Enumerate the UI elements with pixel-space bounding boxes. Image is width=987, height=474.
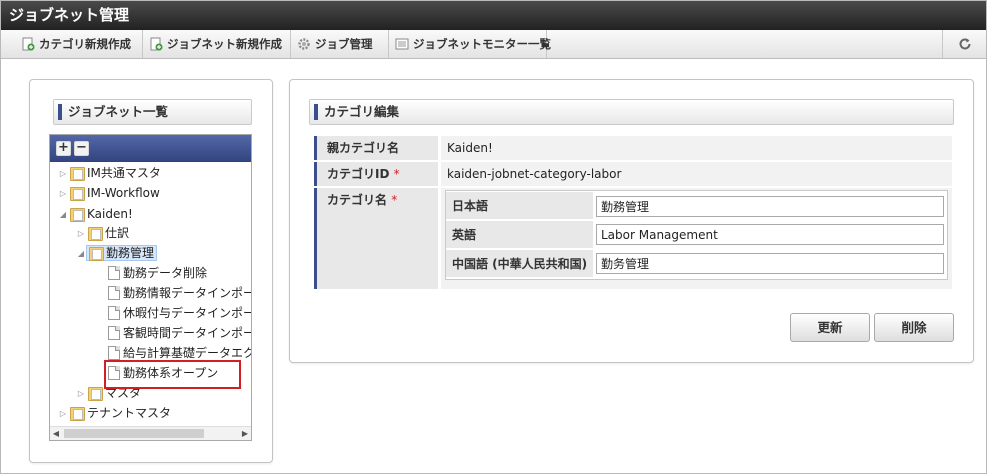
tree-leaf[interactable]: 勤務データ削除 xyxy=(106,264,207,283)
tree-node[interactable]: ▷ テナントマスタ xyxy=(58,404,171,423)
refresh-icon[interactable] xyxy=(942,30,986,58)
expand-all-button[interactable]: + xyxy=(56,141,71,156)
expand-arrow-icon[interactable]: ▷ xyxy=(76,384,86,403)
expand-arrow-icon[interactable]: ▷ xyxy=(58,184,68,203)
app-title: ジョブネット管理 xyxy=(1,1,986,30)
folder-open-icon xyxy=(89,246,104,261)
category-name-table: 日本語 英語 中国語 (中華人民共和国) xyxy=(445,190,948,280)
tree-leaf[interactable]: 休暇付与データインポー xyxy=(106,304,251,323)
lang-label-en: 英語 xyxy=(446,221,593,249)
new-jobnet-button[interactable]: ジョブネット新規作成 xyxy=(143,30,291,58)
folder-icon xyxy=(70,186,85,201)
jobnet-monitor-button[interactable]: ジョブネットモニター一覧 xyxy=(389,30,551,58)
collapse-arrow-icon[interactable]: ◢ xyxy=(58,205,68,224)
app-window: ジョブネット管理 カテゴリ新規作成 ジョブネット新規作成 ジョブ管理 ジョブネッ… xyxy=(0,0,987,474)
jobnet-list-heading: ジョブネット一覧 xyxy=(53,99,252,125)
document-icon xyxy=(108,266,120,280)
collapse-arrow-icon[interactable]: ◢ xyxy=(76,244,86,263)
tree-node-selected[interactable]: ◢ 勤務管理 xyxy=(76,244,158,263)
category-edit-heading: カテゴリ編集 xyxy=(309,99,954,125)
delete-button[interactable]: 削除 xyxy=(874,313,954,342)
category-name-ja-input[interactable] xyxy=(596,196,944,217)
jobnet-tree: + − ▷ IM共通マスタ ▷ IM-Workflow ◢ Kaiden! ▷ 仕訳 ◢… xyxy=(49,134,252,441)
category-id-label: カテゴリID * xyxy=(314,162,438,186)
tree-node[interactable]: ▷ 仕訳 xyxy=(76,224,129,243)
new-category-label: カテゴリ新規作成 xyxy=(39,37,131,51)
required-mark: * xyxy=(393,167,400,181)
category-name-label: カテゴリ名 * xyxy=(314,188,438,289)
folder-icon xyxy=(70,166,85,181)
category-name-zh-input[interactable] xyxy=(596,253,944,274)
tree-leaf[interactable]: 勤務情報データインポー xyxy=(106,284,251,303)
update-button[interactable]: 更新 xyxy=(790,313,870,342)
category-id-value: kaiden-jobnet-category-labor xyxy=(441,162,952,186)
scroll-left-icon[interactable]: ◀ xyxy=(50,427,62,440)
document-icon xyxy=(108,346,120,360)
category-name-en-input[interactable] xyxy=(596,224,944,245)
new-jobnet-label: ジョブネット新規作成 xyxy=(167,37,282,51)
horizontal-scrollbar[interactable]: ◀ ▶ xyxy=(50,426,251,440)
highlight-box xyxy=(104,360,241,389)
folder-icon xyxy=(70,207,85,222)
document-icon xyxy=(108,306,120,320)
tree-toolbar: + − xyxy=(50,135,251,162)
jobnet-monitor-label: ジョブネットモニター一覧 xyxy=(413,37,551,51)
tree-node[interactable]: ▷ IM-Workflow xyxy=(58,184,160,203)
document-icon xyxy=(108,286,120,300)
list-window-icon xyxy=(395,38,409,50)
expand-arrow-icon[interactable]: ▷ xyxy=(76,224,86,243)
lang-label-ja: 日本語 xyxy=(446,192,593,220)
folder-icon xyxy=(70,406,85,421)
expand-arrow-icon[interactable]: ▷ xyxy=(58,404,68,423)
lang-label-zh: 中国語 (中華人民共和国) xyxy=(446,250,593,278)
scrollbar-thumb[interactable] xyxy=(64,429,204,438)
tree-node[interactable]: ◢ Kaiden! xyxy=(58,205,133,224)
job-management-button[interactable]: ジョブ管理 xyxy=(291,30,389,58)
folder-icon xyxy=(88,386,103,401)
parent-category-value: Kaiden! xyxy=(441,136,952,160)
tree-node[interactable]: ▷ IM共通マスタ xyxy=(58,164,161,183)
new-category-button[interactable]: カテゴリ新規作成 xyxy=(15,30,143,58)
gear-icon xyxy=(298,38,310,50)
toolbar: カテゴリ新規作成 ジョブネット新規作成 ジョブ管理 ジョブネットモニター一覧 xyxy=(1,30,986,59)
expand-arrow-icon[interactable]: ▷ xyxy=(58,164,68,183)
job-management-label: ジョブ管理 xyxy=(315,37,373,51)
scroll-right-icon[interactable]: ▶ xyxy=(239,427,251,440)
required-mark: * xyxy=(391,193,398,207)
document-icon xyxy=(108,326,120,340)
tree-leaf[interactable]: 客観時間データインポー xyxy=(106,324,251,343)
folder-icon xyxy=(88,226,103,241)
add-document-icon xyxy=(22,37,35,51)
collapse-all-button[interactable]: − xyxy=(74,141,89,156)
parent-category-label: 親カテゴリ名 xyxy=(314,136,438,160)
add-document-icon xyxy=(150,37,163,51)
